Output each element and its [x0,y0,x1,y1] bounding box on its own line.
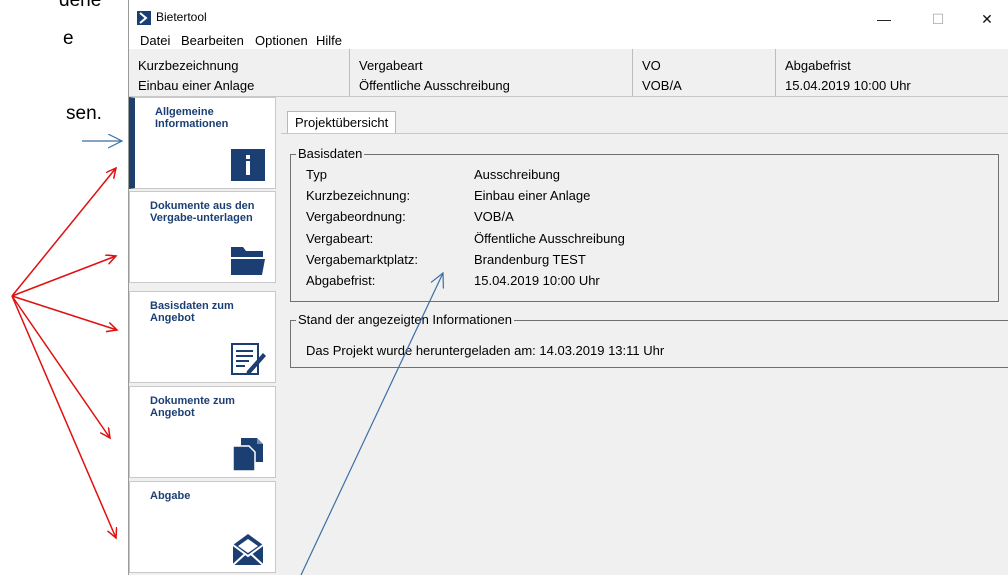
basisdaten-title: Basisdaten [296,146,365,161]
row-value: 15.04.2019 10:00 Uhr [474,273,600,288]
info-vo-label: VO [642,58,661,73]
nav-allgemeine-informationen[interactable]: Allgemeine Informationen [129,97,276,189]
row-value: VOB/A [474,209,514,224]
red-arrow-5 [11,295,116,538]
info-vo-value: VOB/A [642,78,682,93]
stand-text: Das Projekt wurde heruntergeladen am: 14… [306,343,665,358]
info-icon [229,147,267,183]
menu-datei[interactable]: Datei [140,33,170,48]
info-kurz-label: Kurzbezeichnung [138,58,239,73]
nav-label: Abgabe [150,490,191,502]
red-arrow-3 [11,295,117,330]
info-frist-label: Abgabefrist [785,58,851,73]
info-art-label: Vergabeart [359,58,423,73]
content-area: Projektübersicht Basisdaten Typ Ausschre… [281,102,1008,575]
window-title: Bietertool [156,10,207,24]
row-key: Vergabeart: [306,231,374,246]
row-value: Brandenburg TEST [474,252,586,267]
red-arrow-4 [11,295,110,438]
doc-text-fragment-3: sen. [66,103,102,124]
info-abgabefrist: Abgabefrist 15.04.2019 10:00 Uhr [776,49,1008,96]
info-vo: VO VOB/A [633,49,776,96]
red-arrow-2 [11,256,116,297]
nav-dokumente-vergabeunterlagen[interactable]: Dokumente aus den Vergabe-unterlagen [129,191,276,283]
info-kurzbezeichnung: Kurzbezeichnung Einbau einer Anlage [129,49,350,96]
row-key: Vergabemarktplatz: [306,252,419,267]
project-info-bar: Kurzbezeichnung Einbau einer Anlage Verg… [129,49,1008,97]
menu-bearbeiten[interactable]: Bearbeiten [181,33,244,48]
app-logo-icon [137,11,151,25]
tab-projektuebersicht[interactable]: Projektübersicht [287,111,397,134]
nav-label: Allgemeine Informationen [155,106,229,130]
menu-hilfe[interactable]: Hilfe [316,33,342,48]
title-bar: Bietertool — ☐ ✕ [129,0,1008,31]
nav-label: Dokumente zum Angebot [150,395,235,419]
info-art-value: Öffentliche Ausschreibung [359,78,510,93]
nav-basisdaten-angebot[interactable]: Basisdaten zum Angebot [129,291,276,383]
tab-panel: Basisdaten Typ Ausschreibung Kurzbezeich… [281,133,1008,575]
row-key: Kurzbezeichnung: [306,188,411,203]
nav-dokumente-angebot[interactable]: Dokumente zum Angebot [129,386,276,478]
red-arrow-1 [11,168,116,297]
row-value: Ausschreibung [474,167,560,182]
info-vergabeart: Vergabeart Öffentliche Ausschreibung [350,49,633,96]
info-frist-value: 15.04.2019 10:00 Uhr [785,78,911,93]
row-key: Abgabefrist: [306,273,376,288]
row-key: Vergabeordnung: [306,209,406,224]
envelope-icon [229,531,267,567]
row-value: Einbau einer Anlage [474,188,591,203]
nav-abgabe[interactable]: Abgabe [129,481,276,573]
edit-document-icon [229,341,267,377]
nav-label: Dokumente aus den Vergabe-unterlagen [150,200,255,224]
stand-title: Stand der angezeigten Informationen [296,312,514,327]
navigation-sidebar: Allgemeine Informationen Dokumente aus d… [129,97,276,575]
row-value: Öffentliche Ausschreibung [474,231,625,246]
app-window: Bietertool — ☐ ✕ Datei Bearbeiten Option… [128,0,1008,575]
nav-label: Basisdaten zum Angebot [150,300,234,324]
menu-bar: Datei Bearbeiten Optionen Hilfe [129,31,1008,49]
doc-text-fragment-2: e [63,28,74,49]
folder-icon [229,241,267,277]
close-button[interactable]: ✕ [965,8,1008,30]
doc-text-fragment-1: dene [59,0,102,11]
row-key: Typ [306,167,327,182]
maximize-button[interactable]: ☐ [916,8,960,30]
menu-optionen[interactable]: Optionen [255,33,308,48]
minimize-button[interactable]: — [862,8,906,30]
basisdaten-group: Basisdaten Typ Ausschreibung Kurzbezeich… [290,146,999,302]
info-kurz-value: Einbau einer Anlage [138,78,255,93]
stand-group: Stand der angezeigten Informationen Das … [290,312,1008,368]
documents-icon [229,436,267,472]
